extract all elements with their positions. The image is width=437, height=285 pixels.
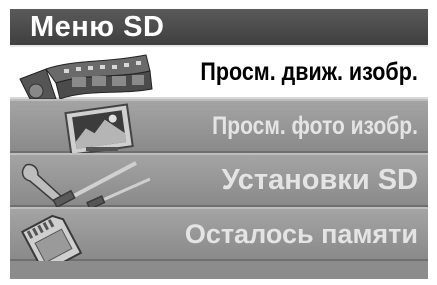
menu-item-label: Просм. фото изобр.: [212, 111, 418, 140]
sd-card-icon: [20, 214, 83, 261]
menu-item-label: Осталось памяти: [184, 218, 418, 249]
sd-menu-screen: Меню SD Просм. движ. изобр. Просм. фото …: [10, 9, 428, 279]
menu-item-movie-playback[interactable]: Просм. движ. изобр.: [10, 45, 428, 99]
menu-item-label: Просм. движ. изобр.: [200, 57, 418, 86]
menu-title-bar: Меню SD: [10, 9, 428, 45]
film-reel-icon: [19, 54, 153, 99]
menu-title: Меню SD: [30, 11, 165, 43]
menu-item-photo-playback[interactable]: Просм. фото изобр.: [10, 99, 428, 153]
tools-icon: [21, 161, 151, 207]
menu-item-sd-settings[interactable]: Установки SD: [10, 153, 428, 207]
menu-item-remaining-memory[interactable]: Осталось памяти: [10, 207, 428, 261]
menu-item-label: Установки SD: [221, 163, 418, 196]
photo-frame-icon: [64, 103, 134, 153]
